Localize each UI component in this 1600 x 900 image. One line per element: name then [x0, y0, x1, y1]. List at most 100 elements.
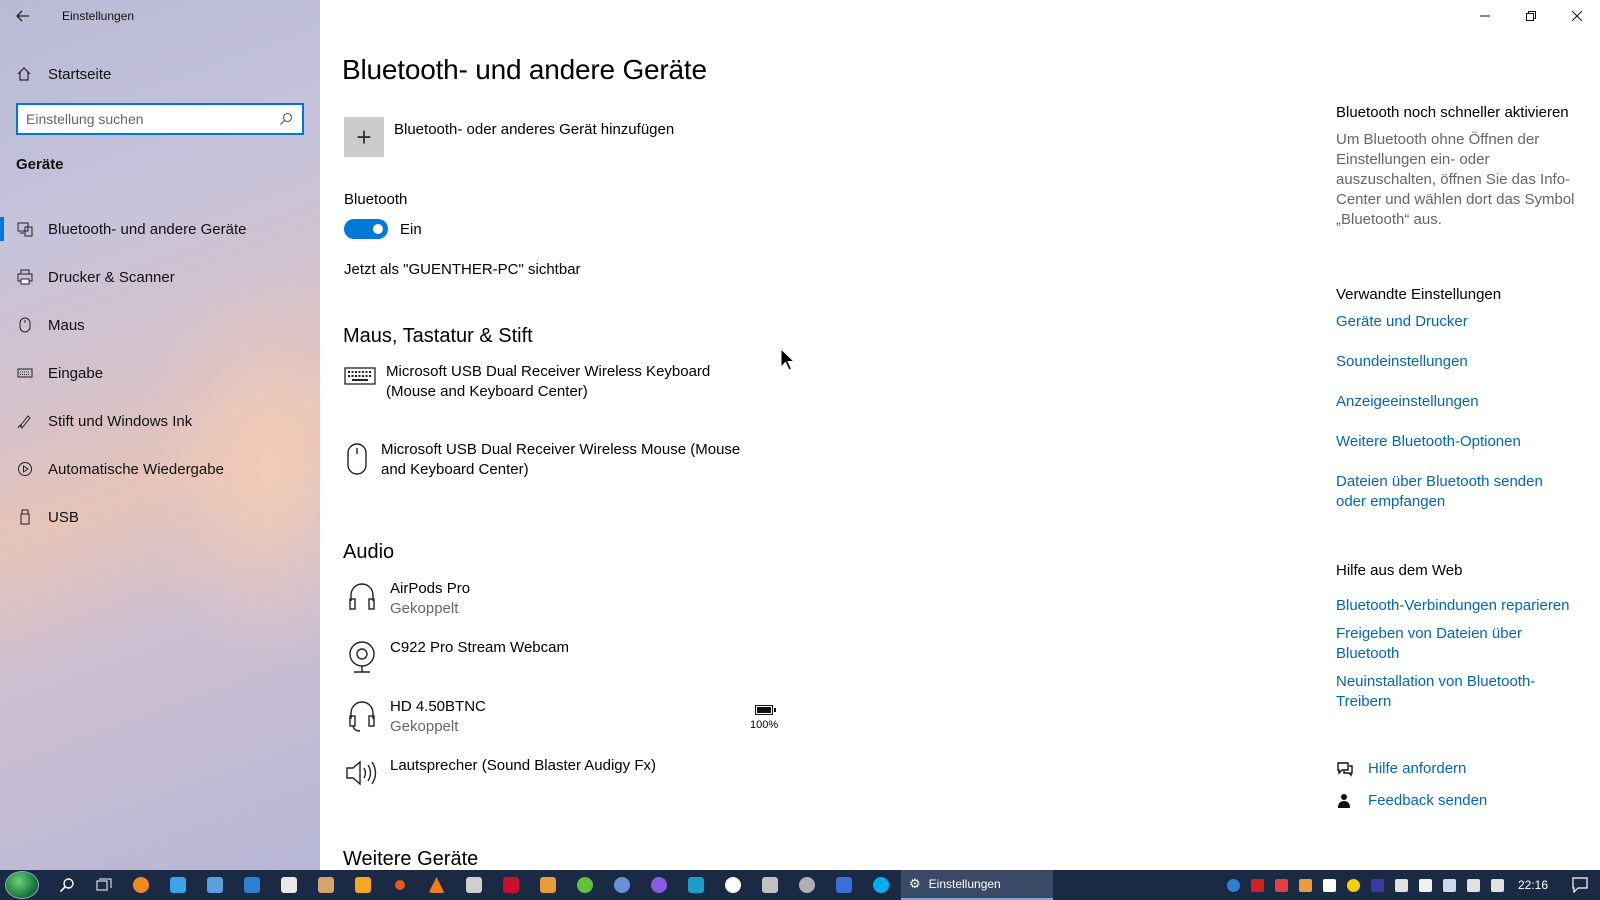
link-more-bluetooth-options[interactable]: Weitere Bluetooth-Optionen	[1336, 432, 1576, 452]
tray-app-4[interactable]	[1318, 870, 1342, 900]
sidebar-item-usb[interactable]: USB	[0, 493, 320, 541]
link-sound-settings[interactable]: Soundeinstellungen	[1336, 352, 1576, 372]
send-feedback-link[interactable]: Feedback senden	[1336, 792, 1487, 809]
mail-icon	[1395, 878, 1409, 892]
pen-icon	[16, 412, 34, 430]
printer-icon	[16, 268, 34, 286]
link-devices-printers[interactable]: Geräte und Drucker	[1336, 312, 1576, 332]
link-display-settings[interactable]: Anzeigeeinstellungen	[1336, 392, 1576, 412]
taskbar-app-5[interactable]	[270, 870, 307, 900]
taskbar-app-10[interactable]	[492, 870, 529, 900]
tray-app-2[interactable]	[1270, 870, 1294, 900]
shield-icon	[1419, 878, 1433, 892]
taskbar-app-7[interactable]	[344, 870, 381, 900]
device-headset[interactable]: HD 4.50BTNC Gekoppelt	[344, 697, 764, 737]
tray-app-3[interactable]	[1294, 870, 1318, 900]
task-view-icon	[96, 878, 111, 891]
get-help-link[interactable]: Hilfe anfordern	[1336, 760, 1466, 777]
app-icon	[280, 877, 297, 893]
taskbar-app-12[interactable]	[566, 870, 603, 900]
gear-icon: ⚙	[909, 876, 921, 891]
taskbar-search[interactable]	[48, 870, 85, 900]
minimize-button[interactable]	[1462, 0, 1508, 32]
add-device-label: Bluetooth- oder anderes Gerät hinzufügen	[394, 121, 675, 138]
sidebar-item-pen[interactable]: Stift und Windows Ink	[0, 397, 320, 445]
device-status: Gekoppelt	[390, 600, 459, 617]
camera-icon	[465, 877, 482, 893]
sidebar-item-autoplay[interactable]: Automatische Wiedergabe	[0, 445, 320, 493]
sidebar-item-mouse[interactable]: Maus	[0, 301, 320, 349]
link-fix-bluetooth[interactable]: Bluetooth-Verbindungen reparieren	[1336, 596, 1576, 616]
sidebar-item-printers[interactable]: Drucker & Scanner	[0, 253, 320, 301]
link-reinstall-drivers[interactable]: Neuinstallation von Bluetooth-Treibern	[1336, 672, 1576, 712]
taskbar-app-8[interactable]	[381, 870, 418, 900]
taskbar-settings-app[interactable]: ⚙ Einstellungen	[901, 870, 1053, 900]
tray-app-1[interactable]	[1246, 870, 1270, 900]
bluetooth-toggle[interactable]	[344, 219, 388, 239]
start-orb-icon	[5, 871, 39, 899]
link-share-files[interactable]: Freigeben von Dateien über Bluetooth	[1336, 624, 1576, 664]
home-icon	[16, 66, 32, 82]
start-button[interactable]	[0, 870, 44, 900]
tray-app-6[interactable]	[1366, 870, 1390, 900]
taskbar-app-17[interactable]	[751, 870, 788, 900]
taskbar-app-15[interactable]	[677, 870, 714, 900]
mouse-icon	[344, 440, 371, 480]
taskbar-app-19[interactable]	[825, 870, 862, 900]
close-button[interactable]	[1554, 0, 1600, 32]
taskbar-app-3[interactable]	[196, 870, 233, 900]
sidebar-item-label: USB	[48, 508, 79, 526]
taskbar-app-2[interactable]	[159, 870, 196, 900]
device-airpods[interactable]: AirPods Pro Gekoppelt	[344, 579, 764, 619]
plus-icon: +	[344, 117, 384, 157]
app-icon	[1299, 878, 1313, 892]
sidebar-item-typing[interactable]: Eingabe	[0, 349, 320, 397]
tray-network[interactable]	[1462, 870, 1486, 900]
app-icon	[613, 877, 630, 893]
device-webcam[interactable]: C922 Pro Stream Webcam	[344, 638, 764, 678]
taskbar-app-18[interactable]	[788, 870, 825, 900]
tray-bluetooth[interactable]	[1222, 870, 1246, 900]
app-icon	[394, 880, 405, 890]
taskbar-app-11[interactable]	[529, 870, 566, 900]
restore-button[interactable]	[1508, 0, 1554, 32]
taskbar-app-1[interactable]	[122, 870, 159, 900]
bluetooth-devices-icon	[16, 220, 34, 238]
app-icon	[243, 877, 260, 893]
device-speaker[interactable]: Lautsprecher (Sound Blaster Audigy Fx)	[344, 756, 764, 796]
taskbar-app-14[interactable]	[640, 870, 677, 900]
device-keyboard[interactable]: Microsoft USB Dual Receiver Wireless Key…	[344, 362, 764, 402]
taskbar-app-13[interactable]	[603, 870, 640, 900]
tray-security[interactable]	[1414, 870, 1438, 900]
taskbar-task-view[interactable]	[85, 870, 122, 900]
taskbar-app-skype[interactable]	[862, 870, 899, 900]
sidebar-item-label: Automatische Wiedergabe	[48, 460, 224, 478]
search-icon[interactable]	[278, 111, 294, 127]
taskbar-clock[interactable]: 22:16	[1510, 878, 1560, 892]
device-name: Lautsprecher (Sound Blaster Audigy Fx)	[390, 757, 656, 774]
search-input[interactable]	[26, 111, 278, 127]
search-box[interactable]	[16, 103, 304, 135]
tray-mail[interactable]	[1390, 870, 1414, 900]
tray-app-5[interactable]	[1342, 870, 1366, 900]
home-link[interactable]: Startseite	[0, 56, 320, 92]
keyboard-icon	[344, 362, 376, 402]
sidebar-item-bluetooth[interactable]: Bluetooth- und andere Geräte	[0, 205, 320, 253]
tray-app-7[interactable]	[1438, 870, 1462, 900]
device-mouse[interactable]: Microsoft USB Dual Receiver Wireless Mou…	[344, 440, 764, 480]
taskbar-app-16[interactable]	[714, 870, 751, 900]
taskbar-app-4[interactable]	[233, 870, 270, 900]
app-icon	[1323, 878, 1337, 892]
back-button[interactable]	[0, 0, 46, 32]
tray-volume[interactable]	[1486, 870, 1510, 900]
action-center-button[interactable]	[1560, 870, 1600, 900]
taskbar-app-9[interactable]	[455, 870, 492, 900]
taskbar-app-6[interactable]	[307, 870, 344, 900]
link-send-receive-files[interactable]: Dateien über Bluetooth senden oder empfa…	[1336, 472, 1576, 512]
headset-icon	[344, 697, 380, 737]
app-icon	[1275, 878, 1289, 892]
add-device-button[interactable]: + Bluetooth- oder anderes Gerät hinzufüg…	[344, 117, 674, 157]
chat-help-icon	[1336, 761, 1354, 777]
search-icon	[59, 878, 74, 893]
taskbar-app-vlc[interactable]	[418, 870, 455, 900]
